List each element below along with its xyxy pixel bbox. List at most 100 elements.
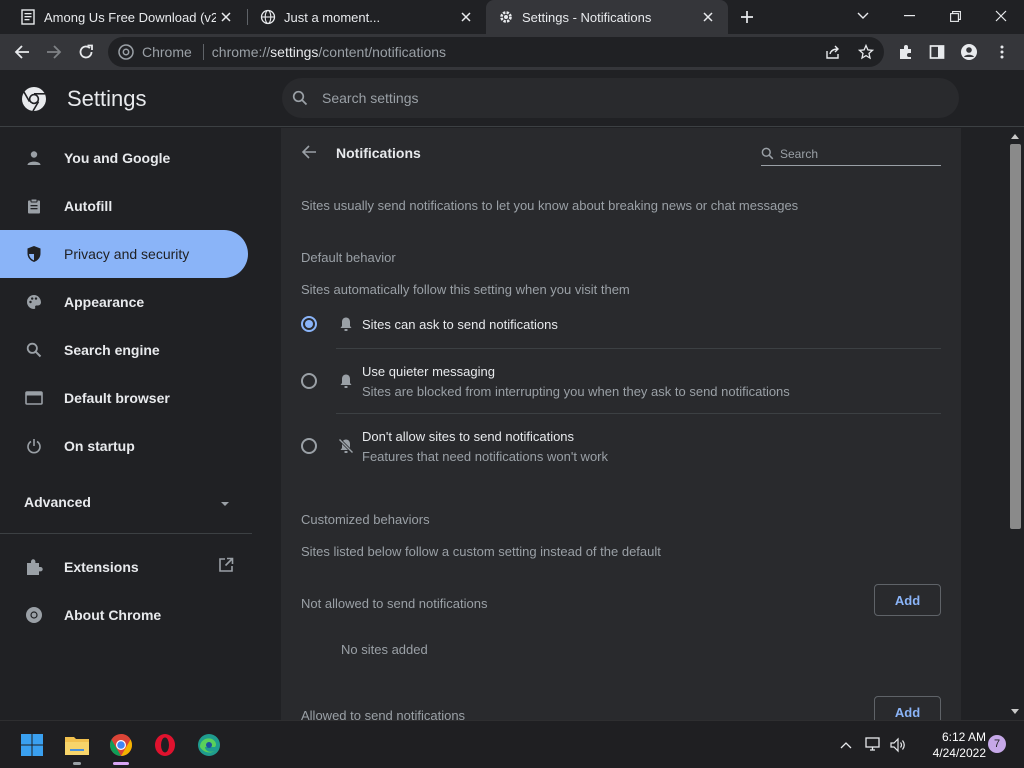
browser-icon xyxy=(24,388,44,408)
sidebar-item-privacy-and-security[interactable]: Privacy and security xyxy=(0,230,248,278)
sidebar-advanced-toggle[interactable]: Advanced xyxy=(0,478,248,526)
sidebar-item-autofill[interactable]: Autofill xyxy=(0,182,248,230)
radio-label: Sites can ask to send notifications xyxy=(362,317,558,332)
sidebar-advanced-label: Advanced xyxy=(24,494,91,510)
search-icon xyxy=(24,340,44,360)
url-scheme: chrome:// xyxy=(211,44,271,60)
palette-icon xyxy=(24,292,44,312)
taskbar-clock[interactable]: 6:12 AM 4/24/2022 xyxy=(912,729,986,761)
back-arrow-icon[interactable] xyxy=(299,142,319,162)
radio-option-quieter[interactable]: Use quieter messaging Sites are blocked … xyxy=(281,356,961,420)
settings-title: Settings xyxy=(67,86,147,111)
chrome-logo-icon xyxy=(21,86,47,115)
subpage-search[interactable] xyxy=(761,142,941,166)
not-allowed-label: Not allowed to send notifications xyxy=(301,596,488,611)
extensions-puzzle-icon[interactable] xyxy=(893,39,919,65)
chrome-icon xyxy=(118,44,134,60)
bell-off-icon xyxy=(338,438,354,454)
sidebar-item-extensions[interactable]: Extensions xyxy=(0,543,248,591)
shield-icon xyxy=(24,244,44,264)
site-info-chip[interactable]: Chrome xyxy=(118,44,192,60)
scroll-up-arrow-icon[interactable] xyxy=(1011,134,1019,139)
sidebar-item-label: Extensions xyxy=(64,559,139,575)
volume-icon[interactable] xyxy=(888,735,908,755)
tray-overflow-chevron-icon[interactable] xyxy=(836,735,856,755)
sidebar-item-on-startup[interactable]: On startup xyxy=(0,422,248,470)
scroll-down-arrow-icon[interactable] xyxy=(1011,709,1019,714)
sidebar-item-appearance[interactable]: Appearance xyxy=(0,278,248,326)
menu-kebab-icon[interactable] xyxy=(989,39,1015,65)
bell-icon xyxy=(338,373,354,389)
page-title: Notifications xyxy=(336,145,421,161)
close-tab-icon[interactable] xyxy=(456,7,476,27)
forward-button[interactable] xyxy=(41,39,67,65)
globe-icon xyxy=(260,9,276,25)
sidebar-item-you-and-google[interactable]: You and Google xyxy=(0,134,248,182)
network-icon[interactable] xyxy=(863,735,883,755)
add-not-allowed-button[interactable]: Add xyxy=(874,584,941,616)
document-icon xyxy=(20,9,36,25)
windows-start-icon[interactable] xyxy=(16,729,48,761)
minimize-button[interactable] xyxy=(886,0,932,32)
settings-header: Settings xyxy=(0,70,1024,127)
tab-just-a-moment[interactable]: Just a moment... xyxy=(240,0,486,34)
scrollbar-thumb[interactable] xyxy=(1010,144,1021,529)
close-tab-icon[interactable] xyxy=(216,7,236,27)
share-icon[interactable] xyxy=(823,42,843,62)
person-icon xyxy=(24,148,44,168)
radio-label: Don't allow sites to send notifications xyxy=(362,429,575,444)
settings-search-input[interactable] xyxy=(322,90,922,106)
close-tab-icon[interactable] xyxy=(698,7,718,27)
caret-down-icon xyxy=(220,495,230,510)
url-text[interactable]: chrome://settings/content/notifications xyxy=(212,44,446,60)
omnibox-divider xyxy=(202,44,204,60)
add-allowed-button[interactable]: Add xyxy=(874,696,941,720)
profile-avatar-icon[interactable] xyxy=(956,39,982,65)
allowed-label: Allowed to send notifications xyxy=(301,708,466,720)
new-tab-button[interactable] xyxy=(737,7,757,27)
radio-sublabel: Features that need notifications won't w… xyxy=(362,449,609,464)
radio-button[interactable] xyxy=(301,438,317,454)
tab-settings-notifications[interactable]: Settings - Notifications xyxy=(486,0,728,34)
tab-search-chevron-icon[interactable] xyxy=(840,0,886,32)
subpage-header: Notifications xyxy=(281,128,961,176)
reload-button[interactable] xyxy=(73,39,99,65)
back-button[interactable] xyxy=(9,39,35,65)
sidebar-item-label: Default browser xyxy=(64,390,170,406)
close-window-button[interactable] xyxy=(978,0,1024,32)
tab-among-us[interactable]: Among Us Free Download (v2022 xyxy=(0,0,246,34)
power-icon xyxy=(24,436,44,456)
sidebar-item-default-browser[interactable]: Default browser xyxy=(0,374,248,422)
default-behavior-heading: Default behavior xyxy=(301,250,396,265)
settings-sidebar: You and Google Autofill Privacy and secu… xyxy=(0,128,260,720)
sidebar-item-label: Autofill xyxy=(64,198,113,214)
search-icon xyxy=(292,90,308,106)
customized-behaviors-heading: Customized behaviors xyxy=(301,512,430,527)
chrome-taskbar-icon[interactable] xyxy=(105,729,137,765)
sidebar-item-label: On startup xyxy=(64,438,135,454)
sidebar-item-search-engine[interactable]: Search engine xyxy=(0,326,248,374)
notification-count-badge[interactable]: 7 xyxy=(988,735,1006,753)
address-bar[interactable]: Chrome chrome://settings/content/notific… xyxy=(108,37,884,67)
url-path: /content/notifications xyxy=(318,44,447,60)
puzzle-icon xyxy=(24,557,44,577)
file-explorer-icon[interactable] xyxy=(61,729,93,765)
bookmark-star-icon[interactable] xyxy=(856,42,876,62)
edge-icon[interactable] xyxy=(193,729,225,761)
radio-button[interactable] xyxy=(301,373,317,389)
customized-behaviors-sub: Sites listed below follow a custom setti… xyxy=(301,544,661,559)
page-scrollbar[interactable] xyxy=(1007,128,1024,720)
tab-title: Settings - Notifications xyxy=(522,9,652,25)
settings-search-box[interactable] xyxy=(282,78,959,118)
windows-taskbar: 6:12 AM 4/24/2022 xyxy=(0,720,1024,768)
side-panel-icon[interactable] xyxy=(924,39,950,65)
subpage-search-input[interactable] xyxy=(780,146,930,161)
sidebar-item-about-chrome[interactable]: About Chrome xyxy=(0,591,248,639)
sidebar-item-label: Appearance xyxy=(64,294,145,310)
radio-button[interactable] xyxy=(301,316,317,332)
opera-icon[interactable] xyxy=(149,729,181,761)
tab-strip: Among Us Free Download (v2022 Just a mom… xyxy=(0,0,1024,34)
restore-button[interactable] xyxy=(932,0,978,32)
clock-time: 6:12 AM xyxy=(941,730,986,744)
radio-option-block[interactable]: Don't allow sites to send notifications … xyxy=(281,421,961,485)
